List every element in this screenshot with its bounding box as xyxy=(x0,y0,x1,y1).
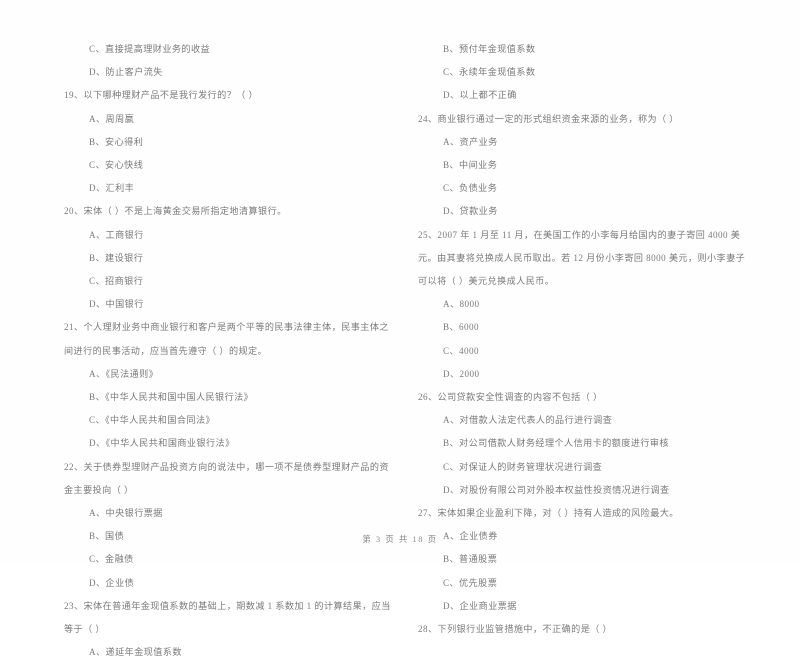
question-option: D、对股份有限公司对外股本权益性投资情况进行调查 xyxy=(443,484,670,495)
question-option: B、中间业务 xyxy=(443,160,498,171)
question-option: D、企业债 xyxy=(89,577,135,588)
question-option: B、对公司借款人财务经理个人信用卡的额度进行审核 xyxy=(443,438,670,449)
question-option: A、《民法通则》 xyxy=(89,368,159,379)
question-option: D、以上都不正确 xyxy=(443,90,517,101)
right-column: B、预付年金现值系数 C、永续年金现值系数 D、以上都不正确 24、商业银行通过一定的… xyxy=(400,38,800,634)
question-option: D、中国银行 xyxy=(89,299,144,310)
question-option: C、4000 xyxy=(443,345,480,356)
question-stem: 20、宋体（ ）不是上海黄金交易所指定地清算银行。 xyxy=(64,206,287,217)
question-option: D、汇利丰 xyxy=(89,183,135,194)
question-option: D、2000 xyxy=(443,368,480,379)
question-option: D、防止客户流失 xyxy=(89,67,163,78)
left-column: C、直接提高理财业务的收益 D、防止客户流失 19、以下哪种理财产品不是我行发行的？… xyxy=(0,38,400,657)
two-column-body: C、直接提高理财业务的收益 D、防止客户流失 19、以下哪种理财产品不是我行发行的？… xyxy=(0,38,800,657)
question-option: A、递延年金现值系数 xyxy=(89,647,182,658)
question-option: A、工商银行 xyxy=(89,229,144,240)
scanned-page: C、直接提高理财业务的收益 D、防止客户流失 19、以下哪种理财产品不是我行发行的？… xyxy=(0,0,800,657)
question-option: C、直接提高理财业务的收益 xyxy=(89,44,211,54)
question-option: C、《中华人民共和国合同法》 xyxy=(89,415,216,426)
question-stem: 22、关于债券型理财产品投资方向的说法中，哪一项不是债券型理财产品的资金主要投向… xyxy=(64,461,389,495)
question-option: A、中央银行票据 xyxy=(89,508,163,519)
question-option: B、预付年金现值系数 xyxy=(443,44,536,54)
question-stem: 21、个人理财业务中商业银行和客户是两个平等的民事法律主体，民事主体之间进行的民… xyxy=(64,322,389,356)
question-stem: 26、公司贷款安全性调查的内容不包括（ ） xyxy=(418,392,603,403)
question-option: B、普通股票 xyxy=(443,554,498,565)
question-option: A、资产业务 xyxy=(443,136,498,147)
question-option: C、优先股票 xyxy=(443,577,498,588)
question-option: D、企业商业票据 xyxy=(443,600,517,611)
question-option: A、周周嬴 xyxy=(89,113,135,124)
question-stem: 27、宋体如果企业盈利下降，对（ ）持有人造成的风险最大。 xyxy=(418,508,679,519)
question-stem: 23、宋体在普通年金现值系数的基础上，期数减 1 系数加 1 的计算结果，应当等… xyxy=(64,600,391,635)
question-option: C、对保证人的财务管理状况进行调查 xyxy=(443,461,603,472)
page-footer: 第 3 页 共 18 页 xyxy=(362,535,438,544)
question-option: B、建设银行 xyxy=(89,252,144,263)
question-option: A、对借款人法定代表人的品行进行调查 xyxy=(443,415,613,426)
question-option: C、负债业务 xyxy=(443,183,498,194)
question-option: C、招商银行 xyxy=(89,276,144,287)
question-stem: 25、2007 年 1 月至 11 月，在美国工作的小李每月给国内的妻子寄回 4… xyxy=(418,229,746,287)
question-stem: 24、商业银行通过一定的形式组织资金来源的业务，称为（ ） xyxy=(418,113,679,124)
question-option: A、8000 xyxy=(443,299,480,310)
question-option: C、安心快线 xyxy=(89,160,144,171)
question-option: B、6000 xyxy=(443,322,480,333)
question-option: C、金融债 xyxy=(89,554,134,565)
question-option: B、安心得利 xyxy=(89,136,144,147)
question-option: D、贷款业务 xyxy=(443,206,498,217)
question-stem: 19、以下哪种理财产品不是我行发行的？（ ） xyxy=(64,90,259,101)
question-option: D、《中华人民共和国商业银行法》 xyxy=(89,438,235,449)
question-stem: 28、下列银行业监管措施中，不正确的是（ ） xyxy=(418,624,613,635)
question-option: B、《中华人民共和国中国人民银行法》 xyxy=(89,392,254,403)
question-option: C、永续年金现值系数 xyxy=(443,67,536,78)
